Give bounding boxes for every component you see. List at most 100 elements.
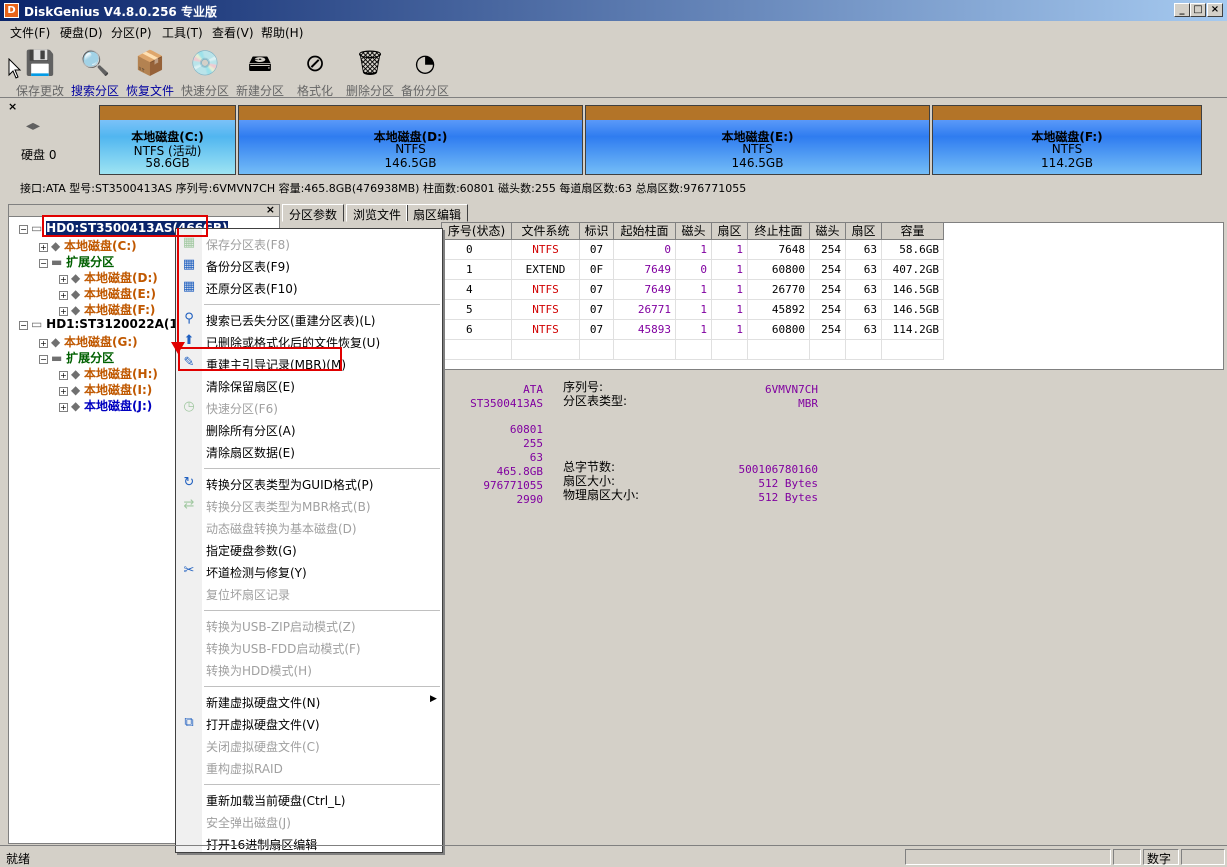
expand-icon[interactable]: + xyxy=(59,307,68,316)
table-cell[interactable]: 146.5GB xyxy=(882,280,944,300)
table-cell[interactable]: 254 xyxy=(810,240,846,260)
table-cell[interactable]: NTFS xyxy=(512,320,580,340)
table-cell[interactable]: 407.2GB xyxy=(882,260,944,280)
context-menu-item[interactable]: 保存分区表(F8) xyxy=(206,236,290,253)
context-menu-item[interactable]: 备份分区表(F9) xyxy=(206,258,290,275)
tree-item[interactable]: + ◆ 本地磁盘(D:) xyxy=(59,269,158,286)
backup-partition-button[interactable]: ◔ 备份分区 xyxy=(397,46,453,98)
diskbar-close-icon[interactable]: × xyxy=(8,100,17,113)
partition-block-f[interactable]: 本地磁盘(F:) NTFS 114.2GB xyxy=(932,105,1202,175)
context-menu-item[interactable]: 转换为USB-ZIP启动模式(Z) xyxy=(206,618,356,635)
column-header[interactable]: 扇区 xyxy=(846,223,882,240)
context-menu-item[interactable]: 打开虚拟硬盘文件(V) xyxy=(206,716,320,733)
expand-icon[interactable]: + xyxy=(59,291,68,300)
table-cell[interactable]: 58.6GB xyxy=(882,240,944,260)
tab-browse-files[interactable]: 浏览文件 xyxy=(346,204,409,222)
expand-icon[interactable]: + xyxy=(59,403,68,412)
tree-item[interactable]: + ◆ 本地磁盘(C:) xyxy=(39,237,137,254)
context-menu-item[interactable]: 新建虚拟硬盘文件(N) xyxy=(206,694,320,711)
table-cell[interactable]: 1 xyxy=(442,260,512,280)
format-button[interactable]: ⊘ 格式化 xyxy=(287,46,343,98)
table-cell[interactable]: 5 xyxy=(442,300,512,320)
menu-disk[interactable]: 硬盘(D) xyxy=(60,24,103,41)
column-header[interactable]: 标识 xyxy=(580,223,614,240)
column-header[interactable]: 终止柱面 xyxy=(748,223,810,240)
collapse-icon[interactable]: − xyxy=(39,259,48,268)
table-cell[interactable]: 1 xyxy=(676,320,712,340)
table-cell[interactable]: EXTEND xyxy=(512,260,580,280)
table-cell[interactable]: NTFS xyxy=(512,240,580,260)
context-menu-item[interactable]: 还原分区表(F10) xyxy=(206,280,298,297)
context-menu-item[interactable]: 搜索已丢失分区(重建分区表)(L) xyxy=(206,312,375,329)
expand-icon[interactable]: + xyxy=(59,371,68,380)
prev-disk-icon[interactable]: ◂▸ xyxy=(26,118,40,134)
quick-partition-button[interactable]: 💿 快速分区 xyxy=(177,46,233,98)
expand-icon[interactable]: + xyxy=(59,275,68,284)
table-cell[interactable]: 114.2GB xyxy=(882,320,944,340)
table-cell[interactable]: 45893 xyxy=(614,320,676,340)
table-cell[interactable]: 7649 xyxy=(614,260,676,280)
table-cell[interactable]: 7648 xyxy=(748,240,810,260)
table-cell[interactable]: 0 xyxy=(442,240,512,260)
delete-partition-button[interactable]: 🗑 删除分区 xyxy=(342,46,398,98)
table-cell[interactable]: 63 xyxy=(846,300,882,320)
table-cell[interactable]: 254 xyxy=(810,260,846,280)
context-menu-item[interactable]: 指定硬盘参数(G) xyxy=(206,542,297,559)
context-menu-item[interactable]: 重构虚拟RAID xyxy=(206,760,283,777)
maximize-button[interactable]: □ xyxy=(1190,3,1206,17)
minimize-button[interactable]: _ xyxy=(1174,3,1190,17)
menu-file[interactable]: 文件(F) xyxy=(10,24,50,41)
menu-partition[interactable]: 分区(P) xyxy=(111,24,152,41)
table-cell[interactable]: 0 xyxy=(614,240,676,260)
table-cell[interactable]: 146.5GB xyxy=(882,300,944,320)
table-cell[interactable]: 26770 xyxy=(748,280,810,300)
table-cell[interactable]: 07 xyxy=(580,240,614,260)
column-header[interactable]: 起始柱面 xyxy=(614,223,676,240)
partition-block-e[interactable]: 本地磁盘(E:) NTFS 146.5GB xyxy=(585,105,930,175)
tree-close-icon[interactable]: × xyxy=(266,203,275,216)
table-cell[interactable]: 63 xyxy=(846,280,882,300)
context-menu-item[interactable]: 转换为HDD模式(H) xyxy=(206,662,312,679)
tree-item[interactable]: − ▬ 扩展分区 xyxy=(39,349,114,366)
tree-item[interactable]: + ◆ 本地磁盘(G:) xyxy=(39,333,138,350)
column-header[interactable]: 文件系统 xyxy=(512,223,580,240)
table-cell[interactable]: 254 xyxy=(810,320,846,340)
table-cell[interactable]: 254 xyxy=(810,280,846,300)
table-cell[interactable]: 1 xyxy=(712,280,748,300)
table-cell[interactable]: 26771 xyxy=(614,300,676,320)
table-cell[interactable]: 1 xyxy=(676,240,712,260)
tree-item[interactable]: − ▬ 扩展分区 xyxy=(39,253,114,270)
column-header[interactable]: 序号(状态) xyxy=(442,223,512,240)
context-menu-item[interactable]: 转换分区表类型为GUID格式(P) xyxy=(206,476,373,493)
menu-help[interactable]: 帮助(H) xyxy=(261,24,303,41)
context-menu-item[interactable]: 转换为USB-FDD启动模式(F) xyxy=(206,640,361,657)
context-menu-item[interactable]: 转换分区表类型为MBR格式(B) xyxy=(206,498,371,515)
table-cell[interactable]: 07 xyxy=(580,320,614,340)
column-header[interactable]: 磁头 xyxy=(810,223,846,240)
context-menu-item[interactable]: 坏道检测与修复(Y) xyxy=(206,564,307,581)
table-cell[interactable]: 6 xyxy=(442,320,512,340)
column-header[interactable]: 容量 xyxy=(882,223,944,240)
partition-block-c[interactable]: 本地磁盘(C:) NTFS (活动) 58.6GB xyxy=(99,105,236,175)
search-partition-button[interactable]: 🔍 搜索分区 xyxy=(67,46,123,98)
table-cell[interactable]: 63 xyxy=(846,320,882,340)
tree-item[interactable]: + ◆ 本地磁盘(F:) xyxy=(59,301,155,318)
table-cell[interactable]: 7649 xyxy=(614,280,676,300)
menu-tools[interactable]: 工具(T) xyxy=(162,24,203,41)
context-menu-item[interactable]: 快速分区(F6) xyxy=(206,400,278,417)
column-header[interactable]: 扇区 xyxy=(712,223,748,240)
table-cell[interactable]: 45892 xyxy=(748,300,810,320)
context-menu-item[interactable]: 删除所有分区(A) xyxy=(206,422,296,439)
table-cell[interactable]: 1 xyxy=(712,260,748,280)
table-cell[interactable]: 1 xyxy=(712,240,748,260)
tree-item[interactable]: + ◆ 本地磁盘(E:) xyxy=(59,285,156,302)
collapse-icon[interactable]: − xyxy=(19,321,28,330)
table-cell[interactable]: 1 xyxy=(676,300,712,320)
tab-partition-params[interactable]: 分区参数 xyxy=(282,204,345,222)
context-menu-item[interactable]: 安全弹出磁盘(J) xyxy=(206,814,291,831)
collapse-icon[interactable]: − xyxy=(19,225,28,234)
table-cell[interactable]: 0 xyxy=(676,260,712,280)
table-cell[interactable]: 63 xyxy=(846,260,882,280)
context-menu-item[interactable]: 清除保留扇区(E) xyxy=(206,378,295,395)
context-menu-item[interactable]: 复位坏扇区记录 xyxy=(206,586,290,603)
